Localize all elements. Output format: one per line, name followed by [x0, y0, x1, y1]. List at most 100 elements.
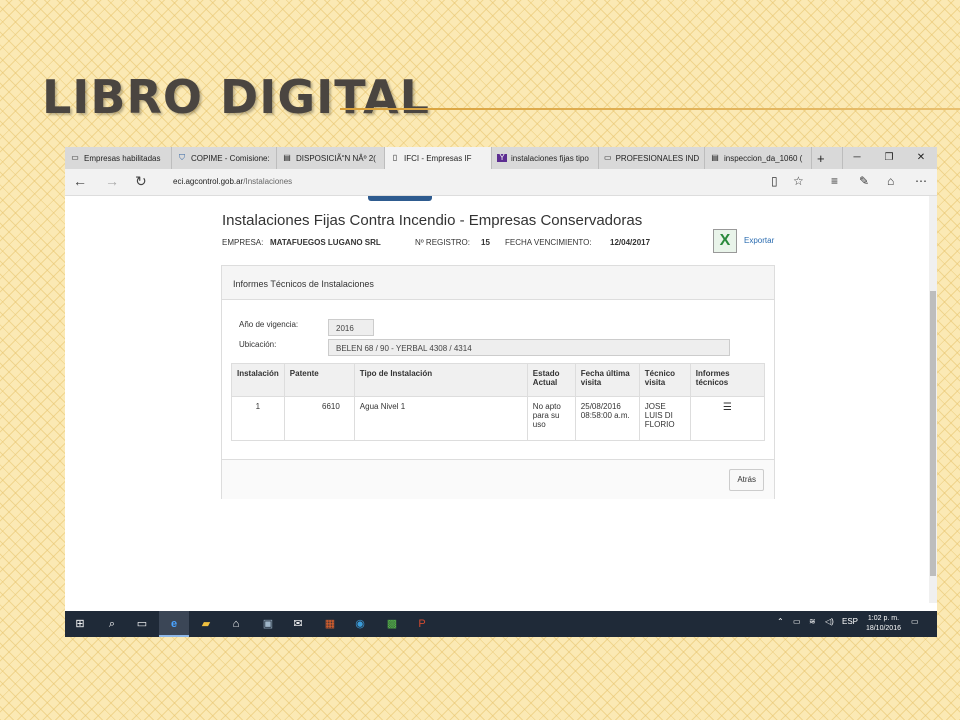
page-icon: ▭ — [71, 153, 79, 162]
share-icon[interactable]: ⌂ — [887, 174, 894, 188]
page-icon: ▤ — [283, 153, 291, 162]
tab-profesionales[interactable]: ▭ PROFESIONALES IND — [599, 147, 705, 169]
atras-button[interactable]: Atrás — [729, 469, 764, 491]
tab-label: IFCI - Empresas IF — [404, 153, 472, 163]
scrollbar-thumb[interactable] — [930, 291, 936, 576]
tab-label: DISPOSICIÃ“N NÂº 2( — [296, 153, 376, 163]
registro-value: 15 — [481, 238, 490, 247]
favorite-star-icon[interactable]: ☆ — [793, 174, 804, 188]
clock-date: 18/10/2016 — [865, 625, 901, 632]
powerpoint-icon[interactable]: P — [407, 611, 437, 637]
minimize-icon[interactable]: ─ — [841, 147, 873, 169]
tab-label: inspeccion_da_1060 ( — [724, 153, 803, 163]
tab-label: instalaciones fijas tipo — [511, 153, 589, 163]
list-details-icon[interactable]: ☰ — [689, 396, 766, 441]
windows-start-icon[interactable]: ⊞ — [65, 611, 95, 637]
tab-ifci[interactable]: ▯ IFCI - Empresas IF — [385, 147, 492, 169]
instalaciones-table: Instalación Patente Tipo de Instalación … — [231, 363, 766, 441]
cell-fecha: 25/08/2016 08:58:00 a.m. — [574, 396, 640, 441]
col-estado: Estado Actual — [526, 363, 576, 397]
search-icon[interactable]: ⌕ — [97, 611, 127, 637]
app-icon-2[interactable]: ◉ — [345, 611, 375, 637]
wifi-icon[interactable]: ≋ — [809, 617, 816, 626]
page-icon: ▤ — [711, 153, 719, 162]
panel-title: Informes Técnicos de Instalaciones — [222, 266, 774, 300]
cell-patente: 6610 — [283, 396, 355, 441]
web-page: Instalaciones Fijas Contra Incendio - Em… — [65, 196, 929, 603]
page-icon: ▯ — [392, 153, 398, 162]
notification-icon[interactable]: ▭ — [911, 617, 919, 626]
task-view-icon[interactable]: ▭ — [127, 611, 157, 637]
page-icon: ▭ — [604, 153, 612, 162]
tab-instalaciones-fijas[interactable]: Yinstalaciones fijas tipo — [492, 147, 599, 169]
export-link[interactable]: Exportar — [744, 236, 774, 245]
anio-field[interactable]: 2016 — [328, 319, 374, 336]
back-arrow-icon[interactable]: ← — [73, 173, 87, 189]
table-row: 1 6610 Agua Nivel 1 No apto para su uso … — [231, 396, 766, 441]
url-domain: eci.agcontrol.gob.ar — [173, 177, 244, 186]
tab-bar: ▭ Empresas habilitadas ⛉ COPIME - Comision… — [65, 147, 937, 169]
shield-icon: ⛉ — [179, 153, 185, 162]
battery-icon[interactable]: ▭ — [793, 617, 801, 626]
clock[interactable]: 1:02 p. m. 18/10/2016 — [866, 614, 901, 634]
refresh-icon[interactable]: ↻ — [135, 173, 147, 190]
col-instalacion: Instalación — [231, 363, 285, 397]
col-patente: Patente — [283, 363, 355, 397]
forward-arrow-icon[interactable]: → — [105, 173, 119, 189]
page-title: Instalaciones Fijas Contra Incendio - Em… — [222, 212, 643, 229]
more-icon[interactable]: ⋯ — [915, 174, 927, 188]
vencimiento-label: FECHA VENCIMIENTO: — [505, 238, 592, 247]
empresa-value: MATAFUEGOS LUGANO SRL — [270, 238, 381, 247]
registro-label: Nº REGISTRO: — [415, 238, 470, 247]
col-fecha: Fecha última visita — [574, 363, 640, 397]
col-tecnico: Técnico visita — [638, 363, 691, 397]
ubicacion-label: Ubicación: — [239, 340, 277, 349]
app-icon-3[interactable]: ▩ — [377, 611, 407, 637]
tab-inspeccion[interactable]: ▤ inspeccion_da_1060 ( — [705, 147, 812, 169]
url-field[interactable]: eci.agcontrol.gob.ar/Instalaciones — [173, 177, 292, 186]
address-bar: ← → ↻ eci.agcontrol.gob.ar/Instalaciones… — [65, 169, 937, 196]
scrollbar[interactable] — [929, 196, 937, 603]
photos-icon[interactable]: ▣ — [253, 611, 283, 637]
slide-title: LIBRO DIGITAL — [42, 70, 430, 124]
empresa-label: EMPRESA: — [222, 238, 264, 247]
reading-view-icon[interactable]: ▯ — [771, 174, 778, 188]
cell-tipo: Agua Nivel 1 — [353, 396, 528, 441]
app-icon[interactable]: ▦ — [315, 611, 345, 637]
new-tab-button[interactable]: + — [812, 147, 843, 169]
tray-chevron-icon[interactable]: ⌃ — [777, 617, 784, 626]
col-informes: Informes técnicos — [689, 363, 766, 397]
cell-instalacion: 1 — [231, 396, 285, 441]
web-note-icon[interactable]: ✎ — [859, 174, 869, 188]
table-header-row: Instalación Patente Tipo de Instalación … — [231, 363, 766, 397]
taskbar: ⊞ ⌕ ▭ e ▰ ⌂ ▣ ✉ ▦ ◉ ▩ P ⌃ ▭ ≋ ◁) ESP 1:0… — [65, 611, 937, 637]
vencimiento-value: 12/04/2017 — [610, 238, 651, 247]
anio-label: Año de vigencia: — [239, 320, 299, 329]
tab-disposicion[interactable]: ▤ DISPOSICIÃ“N NÂº 2( — [277, 147, 385, 169]
cell-tecnico: JOSE LUIS DI FLORIO — [638, 396, 691, 441]
browser-screenshot: ▭ Empresas habilitadas ⛉ COPIME - Comision… — [65, 147, 937, 637]
top-button[interactable] — [368, 196, 432, 201]
store-icon[interactable]: ⌂ — [221, 611, 251, 637]
hub-icon[interactable]: ≡ — [831, 174, 838, 188]
tab-empresas-habilitadas[interactable]: ▭ Empresas habilitadas — [65, 147, 172, 169]
yahoo-icon: Y — [497, 154, 507, 162]
mail-icon[interactable]: ✉ — [283, 611, 313, 637]
ubicacion-field[interactable]: BELEN 68 / 90 - YERBAL 4308 / 4314 — [328, 339, 730, 356]
excel-icon[interactable]: X — [713, 229, 737, 253]
informes-panel: Informes Técnicos de Instalaciones Año d… — [221, 265, 775, 499]
tab-label: PROFESIONALES IND — [615, 153, 700, 163]
close-icon[interactable]: ✕ — [905, 147, 937, 169]
tab-label: COPIME - Comisione: — [191, 153, 270, 163]
clock-time: 1:02 p. m. — [867, 615, 900, 622]
url-path: /Instalaciones — [243, 177, 293, 186]
volume-icon[interactable]: ◁) — [825, 617, 834, 626]
language-indicator[interactable]: ESP — [842, 617, 858, 626]
cell-estado: No apto para su uso — [526, 396, 576, 441]
col-tipo: Tipo de Instalación — [353, 363, 528, 397]
title-rule — [340, 108, 960, 110]
tab-copime[interactable]: ⛉ COPIME - Comisione: — [172, 147, 277, 169]
file-explorer-icon[interactable]: ▰ — [191, 611, 221, 637]
edge-icon[interactable]: e — [159, 611, 189, 637]
maximize-icon[interactable]: ❐ — [873, 147, 905, 169]
